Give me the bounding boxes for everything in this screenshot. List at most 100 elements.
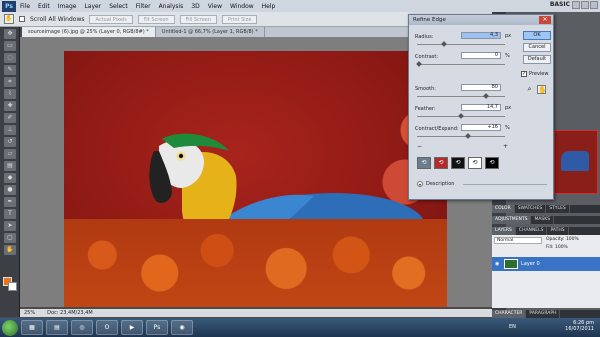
tab-character[interactable]: CHARACTER xyxy=(492,310,527,318)
system-clock[interactable]: 6:26 pm 16/07/2011 xyxy=(565,320,594,332)
tab-adjustments[interactable]: ADJUSTMENTS xyxy=(492,216,532,224)
type-tool-icon[interactable]: T xyxy=(4,209,16,219)
black-matte-mode-icon[interactable]: ⟲ xyxy=(451,157,465,169)
taskbar-explorer-icon[interactable]: ▦ xyxy=(21,320,43,335)
contrast-slider[interactable] xyxy=(416,61,505,67)
layer-name[interactable]: Layer 0 xyxy=(521,261,540,267)
fill-value[interactable]: 100% xyxy=(555,245,568,250)
eye-icon[interactable]: ◉ xyxy=(495,261,501,267)
menu-3d[interactable]: 3D xyxy=(187,3,203,10)
cancel-button[interactable]: Cancel xyxy=(523,43,551,52)
description-section[interactable]: ▾ Description xyxy=(417,181,454,187)
fill-screen-button[interactable]: Fill Screen xyxy=(179,14,218,24)
expand-icon[interactable]: ▾ xyxy=(417,181,423,187)
pen-tool-icon[interactable]: ✒ xyxy=(4,197,16,207)
stamp-tool-icon[interactable]: ⊥ xyxy=(4,125,16,135)
menu-window[interactable]: Window xyxy=(226,3,258,10)
move-tool-icon[interactable]: ✥ xyxy=(4,29,16,39)
fit-screen-button[interactable]: Fit Screen xyxy=(137,14,175,24)
quick-mask-mode-icon[interactable]: ⟲ xyxy=(434,157,448,169)
preview-option[interactable]: ✓ Preview xyxy=(521,71,548,77)
gradient-tool-icon[interactable]: ▤ xyxy=(4,161,16,171)
contract-expand-slider[interactable] xyxy=(417,133,505,139)
tab-styles[interactable]: STYLES xyxy=(546,205,570,213)
lasso-tool-icon[interactable]: ◌ xyxy=(4,53,16,63)
opacity-control[interactable]: Opacity: 100% xyxy=(546,237,579,242)
contrast-input[interactable]: 0 xyxy=(461,52,501,59)
feather-slider[interactable] xyxy=(417,113,505,119)
menu-help[interactable]: Help xyxy=(258,3,280,10)
background-color-swatch[interactable] xyxy=(8,282,17,291)
tab-layers[interactable]: LAYERS xyxy=(492,227,516,235)
menu-analysis[interactable]: Analysis xyxy=(155,3,188,10)
radius-slider-knob[interactable] xyxy=(441,41,448,47)
feather-slider-knob[interactable] xyxy=(458,113,464,119)
quick-select-tool-icon[interactable]: ✎ xyxy=(4,65,16,75)
dodge-tool-icon[interactable]: ● xyxy=(4,185,16,195)
zoom-icon[interactable]: ⌕ xyxy=(525,85,534,94)
actual-pixels-button[interactable]: Actual Pixels xyxy=(89,14,133,24)
path-select-tool-icon[interactable]: ➤ xyxy=(4,221,16,231)
language-indicator[interactable]: EN xyxy=(509,324,516,330)
tab-paths[interactable]: PATHS xyxy=(547,227,569,235)
minimize-button[interactable] xyxy=(572,1,580,9)
eraser-tool-icon[interactable]: ▱ xyxy=(4,149,16,159)
blend-mode-select[interactable]: Normal xyxy=(494,237,542,244)
menu-edit[interactable]: Edit xyxy=(34,3,54,10)
close-window-button[interactable] xyxy=(590,1,598,9)
white-matte-mode-icon[interactable]: ⟲ xyxy=(468,157,482,169)
contract-expand-input[interactable]: +16 xyxy=(461,124,501,131)
layer-row[interactable]: ◉ Layer 0 xyxy=(492,257,600,271)
contract-expand-slider-knob[interactable] xyxy=(464,133,471,139)
start-button[interactable] xyxy=(2,319,18,336)
tab-color[interactable]: COLOR xyxy=(492,205,515,213)
scroll-all-windows-checkbox[interactable] xyxy=(19,16,25,22)
menu-select[interactable]: Select xyxy=(105,3,132,10)
fill-control[interactable]: Fill: 100% xyxy=(546,245,568,250)
hand-tool-icon-2[interactable]: ✋ xyxy=(4,245,16,255)
menu-layer[interactable]: Layer xyxy=(80,3,105,10)
workspace-switcher[interactable]: BASIC xyxy=(550,1,570,8)
tab-swatches[interactable]: SWATCHES xyxy=(515,205,547,213)
menu-file[interactable]: File xyxy=(16,3,34,10)
shape-tool-icon[interactable]: ▢ xyxy=(4,233,16,243)
print-size-button[interactable]: Print Size xyxy=(222,14,258,24)
history-brush-tool-icon[interactable]: ↺ xyxy=(4,137,16,147)
marquee-tool-icon[interactable]: ▭ xyxy=(4,41,16,51)
contrast-slider-knob[interactable] xyxy=(416,61,422,67)
ok-button[interactable]: OK xyxy=(523,31,551,40)
close-icon[interactable]: ✕ xyxy=(539,16,551,24)
hand-icon[interactable]: ✋ xyxy=(537,85,547,94)
menu-image[interactable]: Image xyxy=(54,3,81,10)
tab-paragraph[interactable]: PARAGRAPH xyxy=(526,310,561,318)
taskbar-chrome-icon[interactable]: ◉ xyxy=(171,320,193,335)
document-image[interactable] xyxy=(64,51,447,307)
mask-mode-icon[interactable]: ⟲ xyxy=(485,157,499,169)
menu-view[interactable]: View xyxy=(204,3,226,10)
blur-tool-icon[interactable]: ◆ xyxy=(4,173,16,183)
brush-tool-icon[interactable]: ✐ xyxy=(4,113,16,123)
smooth-slider-knob[interactable] xyxy=(483,93,490,99)
tab-sourceimage[interactable]: sourceimage (6).jpg @ 25% (Layer 0, RGB/… xyxy=(22,27,156,37)
feather-input[interactable]: 14,7 xyxy=(461,104,501,111)
taskbar-folder-icon[interactable]: ▤ xyxy=(46,320,68,335)
preview-checkbox[interactable]: ✓ xyxy=(521,71,527,77)
healing-tool-icon[interactable]: ✚ xyxy=(4,101,16,111)
taskbar-app-icon[interactable]: ◎ xyxy=(71,320,93,335)
standard-mode-icon[interactable]: ⟲ xyxy=(417,157,431,169)
radius-input[interactable]: 4,3 xyxy=(461,32,501,39)
radius-slider[interactable] xyxy=(417,41,505,47)
eyedropper-tool-icon[interactable]: ⌇ xyxy=(4,89,16,99)
crop-tool-icon[interactable]: ⌗ xyxy=(4,77,16,87)
menu-filter[interactable]: Filter xyxy=(132,3,155,10)
maximize-button[interactable] xyxy=(581,1,589,9)
navigator-thumbnail[interactable] xyxy=(554,130,598,194)
taskbar-opera-icon[interactable]: O xyxy=(96,320,118,335)
tab-masks[interactable]: MASKS xyxy=(531,216,555,224)
tab-untitled-1[interactable]: Untitled-1 @ 66,7% (Layer 1, RGB/8) * xyxy=(156,27,265,37)
smooth-input[interactable]: 80 xyxy=(461,84,501,91)
opacity-value[interactable]: 100% xyxy=(566,237,579,242)
taskbar-media-icon[interactable]: ▶ xyxy=(121,320,143,335)
smooth-slider[interactable] xyxy=(417,93,505,99)
taskbar-photoshop-icon[interactable]: Ps xyxy=(146,320,168,335)
